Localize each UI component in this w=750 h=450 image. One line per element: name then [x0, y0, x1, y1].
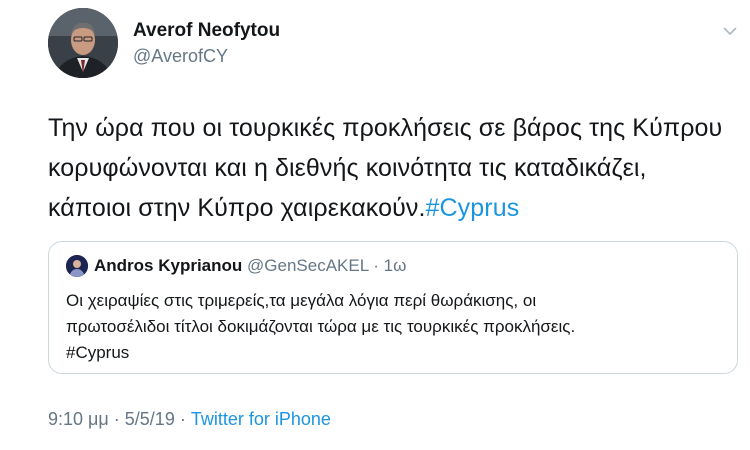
quoted-time[interactable]: 1ω	[384, 256, 407, 275]
quoted-author-handle[interactable]: @GenSecAKEL	[247, 256, 369, 275]
author-name[interactable]: Averof Neofytou	[133, 20, 280, 42]
quoted-author-name[interactable]: Andros Kyprianou	[94, 256, 242, 275]
tweet-line: Την ώρα που οι τουρκικές προκλήσεις σε β…	[48, 114, 723, 142]
tweet-date[interactable]: 5/5/19	[125, 409, 175, 429]
quoted-separator: ·	[368, 256, 384, 275]
tweet-source-link[interactable]: Twitter for iPhone	[191, 409, 331, 429]
quoted-avatar[interactable]	[66, 255, 88, 277]
quoted-line: Οι χειραψίες στις τριμερείς,τα μεγάλα λό…	[66, 291, 537, 310]
footer-separator: ·	[108, 409, 125, 429]
tweet-line-text: κάποιοι στην Κύπρο χαιρεκακούν.	[48, 194, 426, 222]
profile-photo-icon	[66, 255, 88, 277]
tweet-line: κάποιοι στην Κύπρο χαιρεκακούν.#Cyprus	[48, 188, 738, 228]
author-avatar[interactable]	[48, 8, 118, 78]
quoted-text: Οι χειραψίες στις τριμερείς,τα μεγάλα λό…	[66, 288, 726, 366]
chevron-down-icon[interactable]	[722, 24, 738, 36]
hashtag-link[interactable]: #Cyprus	[426, 194, 520, 222]
quoted-tweet[interactable]: Andros Kyprianou @GenSecAKEL · 1ω Οι χει…	[48, 241, 738, 374]
quoted-line: #Cyprus	[66, 343, 130, 362]
author-handle[interactable]: @AverofCY	[133, 46, 228, 67]
tweet-text: Την ώρα που οι τουρκικές προκλήσεις σε β…	[48, 108, 738, 228]
quoted-header: Andros Kyprianou @GenSecAKEL · 1ω	[94, 256, 406, 276]
quoted-line: πρωτοσέλιδοι τίτλοι δοκιμάζονται τώρα με…	[66, 317, 576, 336]
footer-separator: ·	[174, 409, 191, 429]
tweet-time[interactable]: 9:10 μμ	[48, 409, 109, 429]
tweet-line: κορυφώνονται και η διεθνής κοινότητα τις…	[48, 154, 647, 182]
tweet-card: Averof Neofytou @AverofCY Την ώρα που οι…	[0, 0, 750, 450]
profile-photo-icon	[48, 8, 118, 78]
tweet-footer: 9:10 μμ · 5/5/19 · Twitter for iPhone	[48, 409, 331, 430]
